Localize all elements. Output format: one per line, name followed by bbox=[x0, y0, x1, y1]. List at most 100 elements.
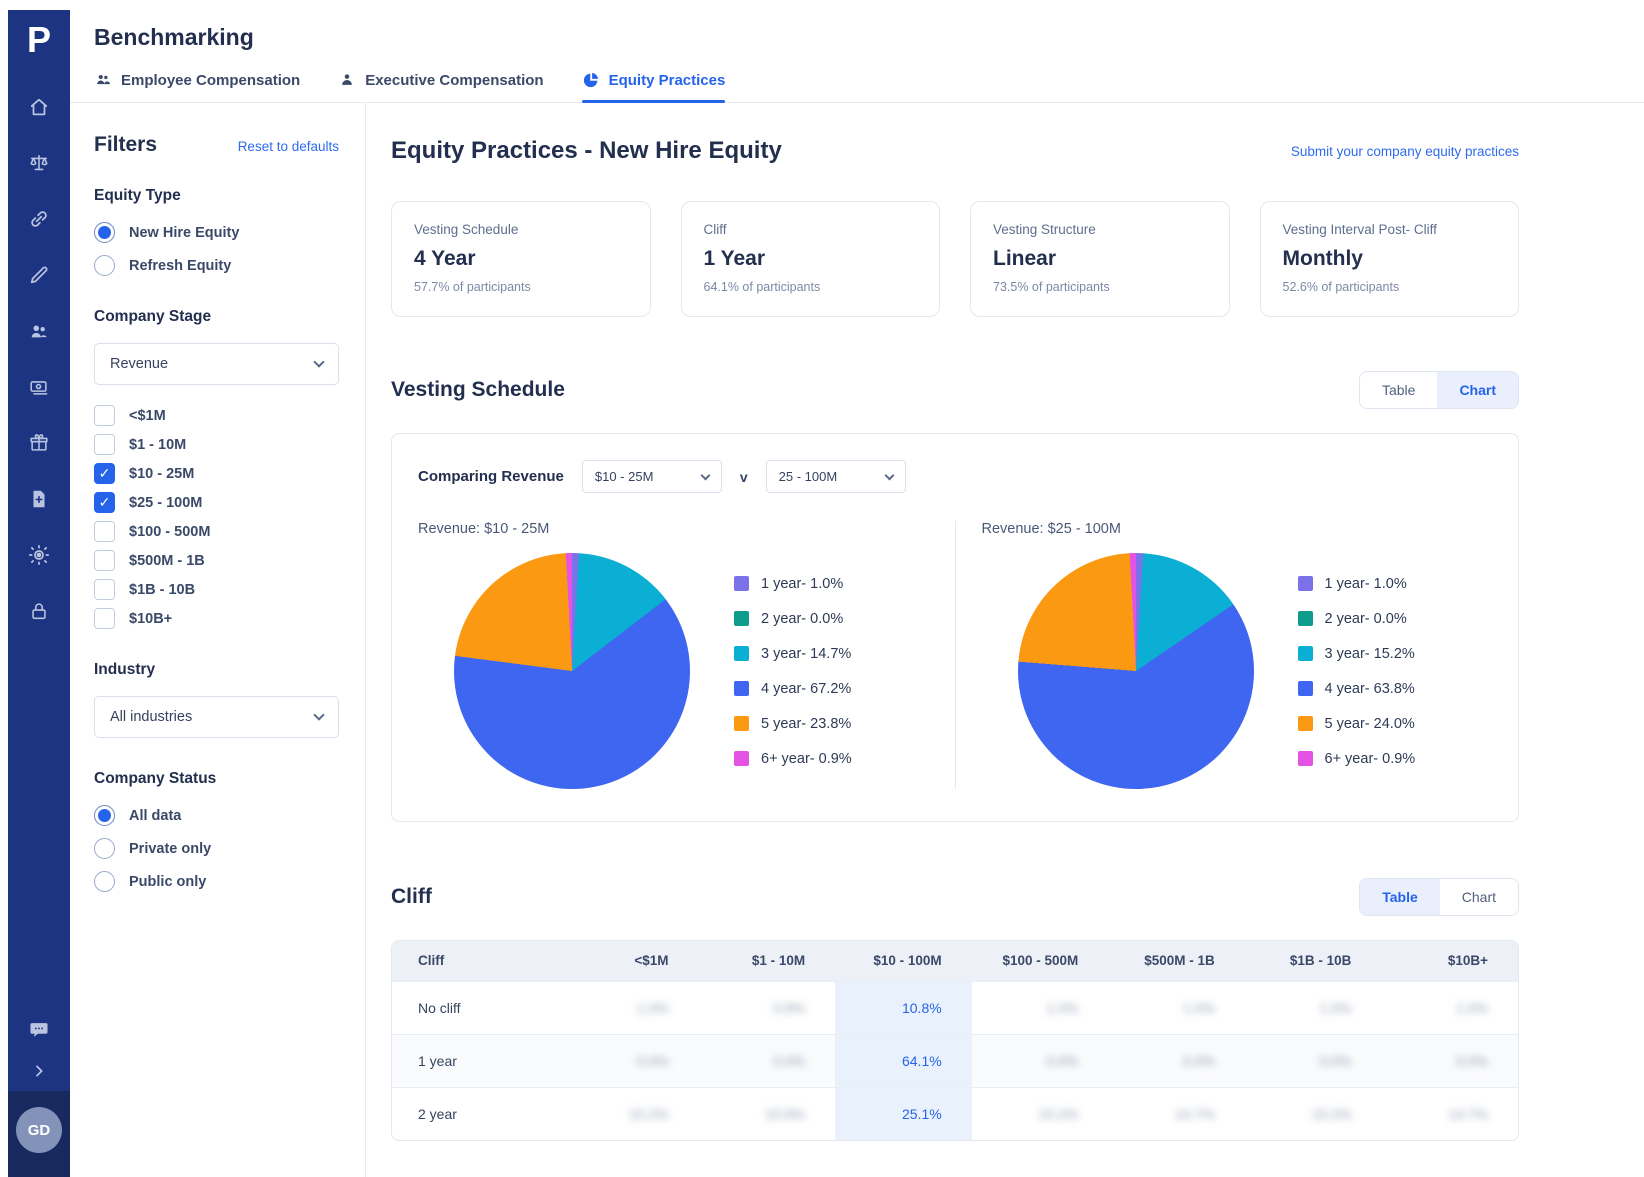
cliff-chart-toggle-button[interactable]: Chart bbox=[1440, 879, 1518, 915]
reset-to-defaults-link[interactable]: Reset to defaults bbox=[238, 139, 339, 154]
legend-item: 4 year- 67.2% bbox=[734, 681, 852, 697]
radio-option[interactable]: All data bbox=[94, 805, 339, 826]
team-icon[interactable] bbox=[28, 320, 50, 342]
tab-employee-compensation[interactable]: Employee Compensation bbox=[94, 71, 300, 102]
checkbox-icon[interactable] bbox=[94, 550, 115, 571]
legend-item: 6+ year- 0.9% bbox=[734, 751, 852, 767]
checkbox-icon[interactable]: ✓ bbox=[94, 463, 115, 484]
checkbox-row[interactable]: $1B - 10B bbox=[94, 579, 339, 600]
radio-option[interactable]: Refresh Equity bbox=[94, 255, 339, 276]
radio-option[interactable]: Private only bbox=[94, 838, 339, 859]
checkbox-label: $25 - 100M bbox=[129, 495, 202, 511]
gift-icon[interactable] bbox=[28, 432, 50, 454]
checkbox-label: $10 - 25M bbox=[129, 466, 194, 482]
radio-icon[interactable] bbox=[94, 255, 115, 276]
chart-legend: 1 year- 1.0%2 year- 0.0%3 year- 14.7%4 y… bbox=[734, 576, 852, 767]
compare-revenue-select-1[interactable]: $10 - 25M bbox=[582, 460, 722, 493]
chevron-down-icon bbox=[700, 470, 710, 480]
pencil-icon[interactable] bbox=[28, 264, 50, 286]
app-logo[interactable]: P bbox=[8, 10, 70, 70]
legend-item: 3 year- 15.2% bbox=[1298, 646, 1416, 662]
checkbox-icon[interactable] bbox=[94, 579, 115, 600]
table-value-cell: 14.7% bbox=[1108, 1087, 1245, 1140]
legend-swatch bbox=[734, 716, 749, 731]
checkbox-row[interactable]: <$1M bbox=[94, 405, 339, 426]
legend-label: 6+ year- 0.9% bbox=[1325, 751, 1416, 767]
company-stage-select[interactable]: Revenue bbox=[94, 343, 339, 385]
page-header: Benchmarking Employee Compensation Execu… bbox=[70, 10, 1644, 103]
checkbox-row[interactable]: ✓ $10 - 25M bbox=[94, 463, 339, 484]
compare-revenue-select-2[interactable]: 25 - 100M bbox=[766, 460, 906, 493]
expand-icon[interactable] bbox=[31, 1063, 47, 1079]
legend-label: 5 year- 23.8% bbox=[761, 716, 851, 732]
cliff-table-head: Cliff<$1M$1 - 10M$10 - 100M$100 - 500M$5… bbox=[392, 941, 1518, 981]
legend-label: 2 year- 0.0% bbox=[1325, 611, 1407, 627]
chat-icon[interactable] bbox=[28, 1019, 50, 1041]
stat-card-label: Cliff bbox=[704, 222, 918, 237]
pie-chart bbox=[1018, 553, 1254, 789]
checkbox-row[interactable]: $10B+ bbox=[94, 608, 339, 629]
stat-card-sub: 57.7% of participants bbox=[414, 280, 628, 294]
checkbox-label: $500M - 1B bbox=[129, 553, 205, 569]
cash-icon[interactable] bbox=[28, 376, 50, 398]
scales-icon[interactable] bbox=[28, 152, 50, 174]
versus-label: v bbox=[740, 469, 748, 485]
stat-card-label: Vesting Interval Post- Cliff bbox=[1283, 222, 1497, 237]
legend-item: 3 year- 14.7% bbox=[734, 646, 852, 662]
checkbox-row[interactable]: $1 - 10M bbox=[94, 434, 339, 455]
lock-icon[interactable] bbox=[28, 600, 50, 622]
checkbox-label: <$1M bbox=[129, 408, 166, 424]
tab-equity-practices[interactable]: Equity Practices bbox=[582, 71, 726, 102]
table-header-cell: Cliff bbox=[392, 941, 562, 981]
company-stage-value: Revenue bbox=[110, 356, 168, 372]
compare-select-1-value: $10 - 25M bbox=[595, 469, 654, 484]
legend-label: 4 year- 63.8% bbox=[1325, 681, 1415, 697]
checkbox-icon[interactable]: ✓ bbox=[94, 492, 115, 513]
cliff-table-toggle-button[interactable]: Table bbox=[1360, 879, 1440, 915]
checkbox-icon[interactable] bbox=[94, 521, 115, 542]
stat-card-sub: 73.5% of participants bbox=[993, 280, 1207, 294]
checkbox-icon[interactable] bbox=[94, 434, 115, 455]
stat-card-label: Vesting Schedule bbox=[414, 222, 628, 237]
radio-icon[interactable] bbox=[94, 838, 115, 859]
table-value-cell: 1.0% bbox=[1381, 981, 1518, 1034]
table-value-cell: 0.8% bbox=[699, 981, 836, 1034]
radio-icon[interactable] bbox=[94, 805, 115, 826]
link-icon[interactable] bbox=[28, 208, 50, 230]
checkbox-row[interactable]: $500M - 1B bbox=[94, 550, 339, 571]
checkbox-row[interactable]: ✓ $25 - 100M bbox=[94, 492, 339, 513]
legend-swatch bbox=[734, 611, 749, 626]
checkbox-row[interactable]: $100 - 500M bbox=[94, 521, 339, 542]
vesting-chart-toggle-button[interactable]: Chart bbox=[1437, 372, 1518, 408]
legend-label: 4 year- 67.2% bbox=[761, 681, 851, 697]
company-status-label: Company Status bbox=[94, 770, 339, 788]
radio-label: Public only bbox=[129, 874, 206, 890]
gear-icon[interactable] bbox=[28, 544, 50, 566]
radio-icon[interactable] bbox=[94, 222, 115, 243]
chart-title: Revenue: $25 - 100M bbox=[982, 521, 1519, 537]
sidebar-account-section: GD bbox=[8, 1091, 70, 1177]
radio-icon[interactable] bbox=[94, 871, 115, 892]
document-add-icon[interactable] bbox=[28, 488, 50, 510]
company-stage-label: Company Stage bbox=[94, 308, 339, 326]
radio-option[interactable]: New Hire Equity bbox=[94, 222, 339, 243]
legend-label: 5 year- 24.0% bbox=[1325, 716, 1415, 732]
user-avatar[interactable]: GD bbox=[16, 1107, 62, 1153]
legend-swatch bbox=[1298, 751, 1313, 766]
home-icon[interactable] bbox=[28, 96, 50, 118]
stat-card-label: Vesting Structure bbox=[993, 222, 1207, 237]
stat-card-value: Monthly bbox=[1283, 247, 1497, 271]
main-content: Equity Practices - New Hire Equity Submi… bbox=[366, 103, 1644, 1177]
submit-equity-practices-link[interactable]: Submit your company equity practices bbox=[1291, 144, 1519, 159]
checkbox-icon[interactable] bbox=[94, 405, 115, 426]
radio-option[interactable]: Public only bbox=[94, 871, 339, 892]
cliff-title: Cliff bbox=[391, 885, 432, 909]
pie-chart-block-1: Revenue: $10 - 25M 1 year- 1.0%2 year- 0… bbox=[392, 521, 955, 789]
tab-executive-compensation[interactable]: Executive Compensation bbox=[338, 71, 543, 102]
table-value-cell: 0.0% bbox=[562, 1034, 699, 1087]
legend-swatch bbox=[734, 751, 749, 766]
vesting-table-toggle-button[interactable]: Table bbox=[1360, 372, 1437, 408]
checkbox-icon[interactable] bbox=[94, 608, 115, 629]
table-row: 2 year15.2%15.6%25.1%15.2%14.7%15.2%14.7… bbox=[392, 1087, 1518, 1140]
industry-select[interactable]: All industries bbox=[94, 696, 339, 738]
